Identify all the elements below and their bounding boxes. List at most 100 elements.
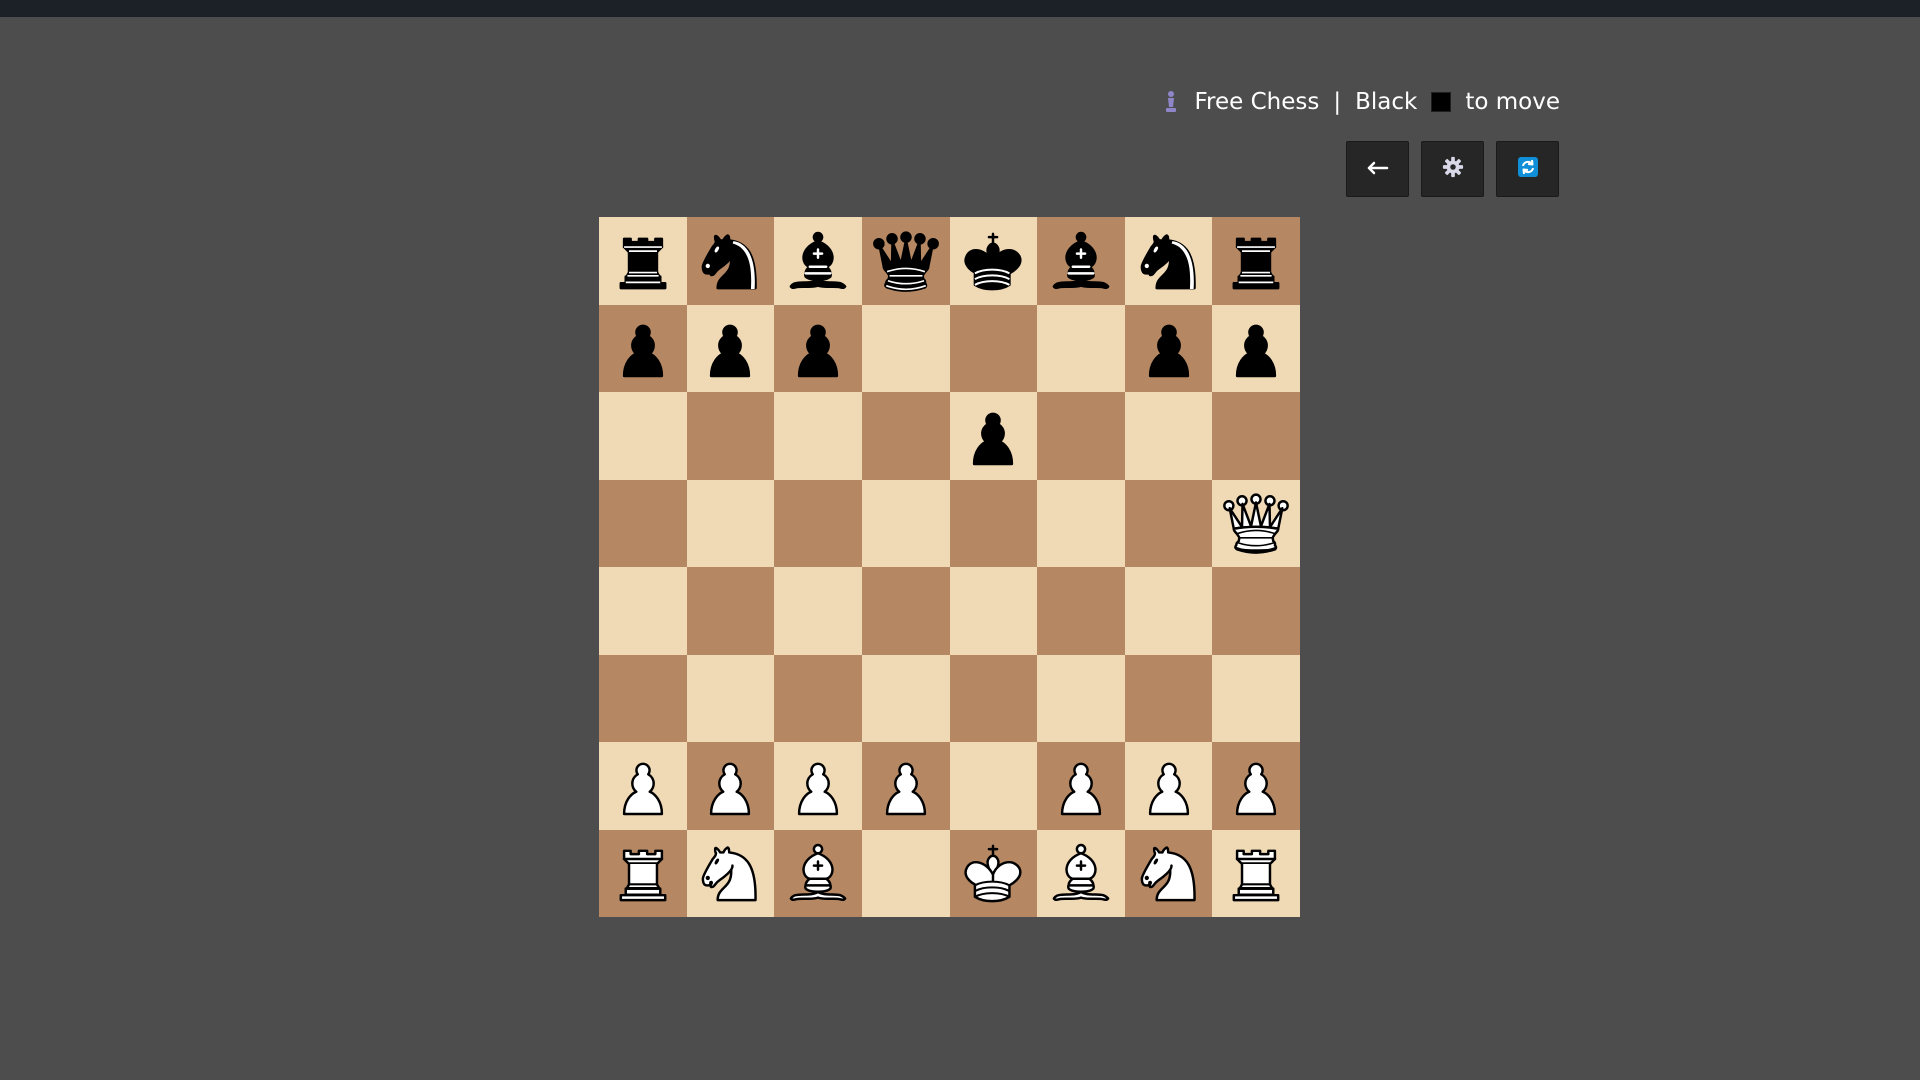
- square-h7[interactable]: [1212, 304, 1300, 392]
- back-button[interactable]: [1346, 141, 1409, 197]
- square-h2[interactable]: [1212, 742, 1300, 830]
- square-g4[interactable]: [1124, 567, 1213, 655]
- square-g3[interactable]: [1124, 654, 1213, 742]
- square-e7[interactable]: [949, 304, 1038, 392]
- refresh-icon: [1517, 156, 1539, 182]
- square-d6[interactable]: [861, 392, 950, 480]
- square-b5[interactable]: [686, 479, 775, 567]
- square-c3[interactable]: [774, 654, 862, 742]
- square-a6[interactable]: [599, 392, 687, 480]
- white-queen-icon[interactable]: [1219, 486, 1293, 560]
- square-h3[interactable]: [1212, 654, 1300, 742]
- white-pawn-icon[interactable]: [1132, 749, 1206, 823]
- white-knight-icon[interactable]: [693, 836, 767, 910]
- square-f2[interactable]: [1037, 742, 1125, 830]
- white-rook-icon[interactable]: [606, 836, 680, 910]
- square-b8[interactable]: [686, 217, 775, 305]
- square-g1[interactable]: [1124, 829, 1213, 917]
- black-pawn-icon[interactable]: [606, 311, 680, 385]
- black-pawn-icon[interactable]: [693, 311, 767, 385]
- white-pawn-icon[interactable]: [1219, 749, 1293, 823]
- square-b4[interactable]: [686, 567, 775, 655]
- square-c1[interactable]: [774, 829, 862, 917]
- black-knight-icon[interactable]: [693, 224, 767, 298]
- square-h8[interactable]: [1212, 217, 1300, 305]
- white-pawn-icon[interactable]: [606, 749, 680, 823]
- square-h4[interactable]: [1212, 567, 1300, 655]
- square-a1[interactable]: [599, 829, 687, 917]
- gear-icon: [1442, 156, 1464, 182]
- square-b2[interactable]: [686, 742, 775, 830]
- square-d1[interactable]: [861, 829, 950, 917]
- square-h1[interactable]: [1212, 829, 1300, 917]
- black-knight-icon[interactable]: [1132, 224, 1206, 298]
- square-b7[interactable]: [686, 304, 775, 392]
- square-d5[interactable]: [861, 479, 950, 567]
- black-bishop-icon[interactable]: [1044, 224, 1118, 298]
- square-f4[interactable]: [1037, 567, 1125, 655]
- square-e8[interactable]: [949, 217, 1038, 305]
- square-h5[interactable]: [1212, 479, 1300, 567]
- square-b3[interactable]: [686, 654, 775, 742]
- square-g5[interactable]: [1124, 479, 1213, 567]
- app-title: Free Chess: [1194, 89, 1320, 115]
- square-f1[interactable]: [1037, 829, 1125, 917]
- black-bishop-icon[interactable]: [781, 224, 855, 298]
- white-pawn-icon[interactable]: [781, 749, 855, 823]
- white-king-icon[interactable]: [956, 836, 1030, 910]
- square-e5[interactable]: [949, 479, 1038, 567]
- white-bishop-icon[interactable]: [781, 836, 855, 910]
- square-d8[interactable]: [861, 217, 950, 305]
- settings-button[interactable]: [1421, 141, 1484, 197]
- square-f5[interactable]: [1037, 479, 1125, 567]
- black-rook-icon[interactable]: [606, 224, 680, 298]
- square-c2[interactable]: [774, 742, 862, 830]
- black-pawn-icon[interactable]: [1132, 311, 1206, 385]
- square-f3[interactable]: [1037, 654, 1125, 742]
- square-a3[interactable]: [599, 654, 687, 742]
- game-status-header: Free Chess | Black to move: [1161, 82, 1560, 122]
- square-a4[interactable]: [599, 567, 687, 655]
- square-c8[interactable]: [774, 217, 862, 305]
- square-c5[interactable]: [774, 479, 862, 567]
- square-e4[interactable]: [949, 567, 1038, 655]
- black-pawn-icon[interactable]: [956, 399, 1030, 473]
- square-g6[interactable]: [1124, 392, 1213, 480]
- square-a2[interactable]: [599, 742, 687, 830]
- black-rook-icon[interactable]: [1219, 224, 1293, 298]
- white-rook-icon[interactable]: [1219, 836, 1293, 910]
- square-g8[interactable]: [1124, 217, 1213, 305]
- white-pawn-icon[interactable]: [869, 749, 943, 823]
- black-pawn-icon[interactable]: [781, 311, 855, 385]
- black-queen-icon[interactable]: [869, 224, 943, 298]
- flip-board-button[interactable]: [1496, 141, 1559, 197]
- square-f6[interactable]: [1037, 392, 1125, 480]
- square-e2[interactable]: [949, 742, 1038, 830]
- square-a7[interactable]: [599, 304, 687, 392]
- square-e3[interactable]: [949, 654, 1038, 742]
- black-king-icon[interactable]: [956, 224, 1030, 298]
- white-knight-icon[interactable]: [1132, 836, 1206, 910]
- square-c4[interactable]: [774, 567, 862, 655]
- black-pawn-icon[interactable]: [1219, 311, 1293, 385]
- square-f7[interactable]: [1037, 304, 1125, 392]
- white-pawn-icon[interactable]: [693, 749, 767, 823]
- square-a5[interactable]: [599, 479, 687, 567]
- square-e6[interactable]: [949, 392, 1038, 480]
- square-h6[interactable]: [1212, 392, 1300, 480]
- square-d7[interactable]: [861, 304, 950, 392]
- square-b1[interactable]: [686, 829, 775, 917]
- square-e1[interactable]: [949, 829, 1038, 917]
- square-c7[interactable]: [774, 304, 862, 392]
- square-g2[interactable]: [1124, 742, 1213, 830]
- square-f8[interactable]: [1037, 217, 1125, 305]
- square-g7[interactable]: [1124, 304, 1213, 392]
- square-c6[interactable]: [774, 392, 862, 480]
- square-d2[interactable]: [861, 742, 950, 830]
- square-d3[interactable]: [861, 654, 950, 742]
- white-pawn-icon[interactable]: [1044, 749, 1118, 823]
- white-bishop-icon[interactable]: [1044, 836, 1118, 910]
- square-b6[interactable]: [686, 392, 775, 480]
- square-d4[interactable]: [861, 567, 950, 655]
- square-a8[interactable]: [599, 217, 687, 305]
